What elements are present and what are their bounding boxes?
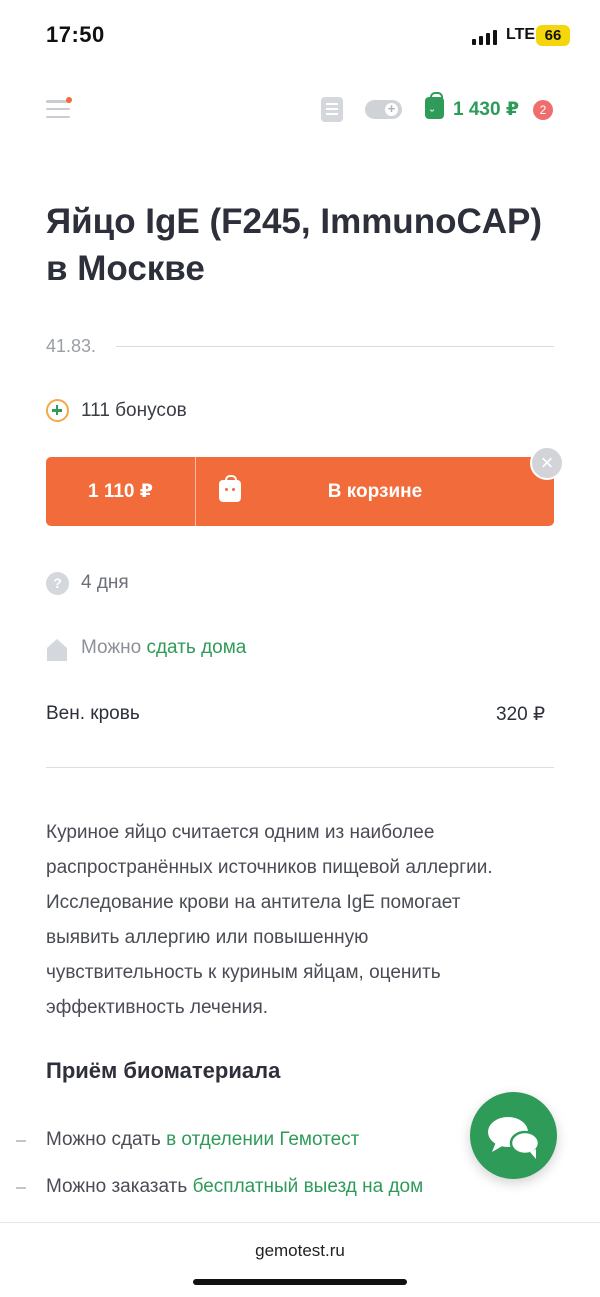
battery-icon: 66 (536, 25, 570, 46)
signal-icon (472, 30, 497, 45)
list-item-prefix: Можно сдать (46, 1129, 161, 1150)
url-label[interactable]: gemotest.ru (0, 1241, 600, 1261)
list-item: Можно сдать в отделении Гемотест (46, 1129, 359, 1151)
question-icon[interactable]: ? (46, 572, 69, 595)
chat-button[interactable] (470, 1092, 557, 1179)
bonus-label: 111 бонусов (81, 400, 187, 421)
list-dash (16, 1187, 26, 1189)
divider (46, 767, 554, 768)
page-title: Яйцо IgE (F245, ImmunoCAP) в Москве (46, 202, 542, 288)
duration-label: 4 дня (81, 572, 129, 593)
bonus-plus-icon (46, 399, 69, 422)
cart-total[interactable]: 1 430 ₽ (453, 98, 519, 121)
home-visit-link[interactable]: бесплатный выезд на дом (193, 1176, 424, 1197)
home-indicator[interactable] (193, 1279, 407, 1285)
bag-icon (219, 475, 241, 502)
divider (116, 346, 554, 347)
list-item-prefix: Можно заказать (46, 1176, 188, 1197)
price-label[interactable]: 1 110 ₽ (46, 457, 196, 526)
network-label: LTE (506, 26, 536, 43)
biomaterial-label: Вен. кровь (46, 703, 140, 724)
menu-icon[interactable] (46, 100, 70, 118)
home-icon (47, 639, 67, 661)
home-test-link[interactable]: сдать дома (146, 637, 246, 658)
status-time: 17:50 (46, 22, 105, 47)
in-cart-label: В корзине (327, 480, 423, 502)
chat-icon (488, 1117, 541, 1159)
home-prefix: Можно (81, 637, 142, 658)
list-icon[interactable] (321, 97, 343, 122)
toggle-plus-icon: + (383, 101, 400, 118)
list-item: Можно заказать бесплатный выезд на дом (46, 1176, 423, 1198)
in-cart-button[interactable]: В корзине (196, 457, 554, 526)
home-test-text: Можно сдать дома (81, 637, 246, 659)
remove-from-cart-icon[interactable]: × (530, 446, 564, 480)
cart-bag-icon[interactable]: ᵕ (425, 92, 444, 119)
intake-heading: Приём биоматериала (46, 1058, 281, 1083)
description: Куриное яйцо считается одним из наиболее… (46, 822, 493, 1018)
product-code: 41.83. (46, 336, 97, 356)
list-dash (16, 1140, 26, 1142)
biomaterial-price: 320 ₽ (496, 704, 546, 725)
order-button[interactable]: 1 110 ₽ В корзине (46, 457, 554, 526)
notification-dot (66, 97, 72, 103)
cart-count-badge: 2 (533, 100, 553, 120)
office-link[interactable]: в отделении Гемотест (166, 1129, 359, 1150)
